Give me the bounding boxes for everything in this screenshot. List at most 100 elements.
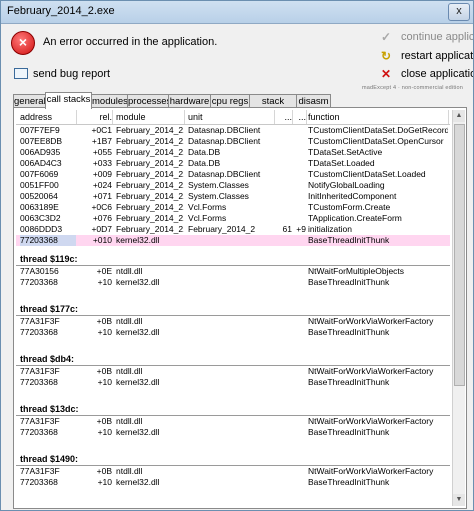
column-header-line[interactable]: ... bbox=[274, 110, 293, 124]
frame-rel-offset: +009 bbox=[92, 169, 112, 179]
stack-frame-row[interactable]: 007F7EF9 +0C1 February_2014_2.exe Datasnap.… bbox=[16, 125, 450, 136]
frame-rel-offset: +071 bbox=[92, 191, 112, 201]
thread-title: thread $119c: bbox=[20, 254, 78, 264]
frame-function: BaseThreadInitThunk bbox=[308, 427, 390, 437]
thread-header: thread $db4: bbox=[16, 354, 450, 365]
frame-function: TCustomClientDataSet.Loaded bbox=[308, 169, 426, 179]
frame-function: TDataSet.SetActive bbox=[308, 147, 383, 157]
frame-rel-offset: +076 bbox=[92, 213, 112, 223]
tab-disasm[interactable]: disasm bbox=[296, 94, 331, 108]
frame-function: TApplication.CreateForm bbox=[308, 213, 402, 223]
column-header-rel[interactable]: rel. bbox=[76, 110, 113, 124]
stack-frame-row[interactable]: 0086DDD3 +0D7 February_2014_2.exe February_… bbox=[16, 224, 450, 235]
frame-function: TCustomClientDataSet.DoGetRecords bbox=[308, 125, 448, 135]
stack-frame-row[interactable]: 00520064 +071 February_2014_2.exe System.Cl… bbox=[16, 191, 450, 202]
frame-function: TDataSet.Loaded bbox=[308, 158, 375, 168]
frame-module: February_2014_2.exe bbox=[116, 158, 184, 168]
frame-function: BaseThreadInitThunk bbox=[308, 377, 390, 387]
frame-rel-offset: +10 bbox=[97, 427, 112, 437]
frame-module: February_2014_2.exe bbox=[116, 202, 184, 212]
tab-general[interactable]: general bbox=[13, 94, 46, 108]
stack-frame-row[interactable]: 77203368 +10 kernel32.dll BaseThreadInitThu… bbox=[16, 327, 450, 338]
frame-address: 0086DDD3 bbox=[20, 224, 63, 234]
column-header-unit[interactable]: unit bbox=[188, 110, 275, 124]
stack-frame-row[interactable]: 006AD935 +055 February_2014_2.exe Data.DB TD… bbox=[16, 147, 450, 158]
frame-function: BaseThreadInitThunk bbox=[308, 235, 390, 245]
tab-stack-dump[interactable]: stack dump bbox=[249, 94, 297, 120]
stack-frame-row[interactable]: 006AD4C3 +033 February_2014_2.exe Data.DB TD… bbox=[16, 158, 450, 169]
frame-function: BaseThreadInitThunk bbox=[308, 327, 390, 337]
frame-module: ntdll.dll bbox=[116, 266, 143, 276]
frame-address: 77A31F3F bbox=[20, 416, 60, 426]
stack-frame-row[interactable]: 77A31F3F +0B ntdll.dll NtWaitForWorkViaWork… bbox=[16, 466, 450, 477]
frame-function: NtWaitForWorkViaWorkerFactory bbox=[308, 416, 434, 426]
frame-module: kernel32.dll bbox=[116, 427, 160, 437]
frame-function: InitInheritedComponent bbox=[308, 191, 397, 201]
column-header-module[interactable]: module bbox=[116, 110, 185, 124]
stack-frame-row[interactable]: 77A31F3F +0B ntdll.dll NtWaitForWorkViaWork… bbox=[16, 416, 450, 427]
stack-frame-row[interactable]: 0063189E +0C6 February_2014_2.exe Vcl.Forms… bbox=[16, 202, 450, 213]
close-x-icon: ✕ bbox=[380, 67, 392, 81]
frame-unit: Data.DB bbox=[188, 158, 221, 168]
window-close-button[interactable]: x bbox=[448, 3, 470, 21]
continue-application-label: continue application bbox=[401, 31, 474, 43]
madexcept-dialog: February_2014_2.exe x × An error occurre… bbox=[0, 0, 474, 511]
close-application-label: close application bbox=[401, 68, 473, 80]
tab-modules[interactable]: modules bbox=[91, 94, 128, 108]
stack-frame-row[interactable]: 77A31F3F +0B ntdll.dll NtWaitForWorkViaWork… bbox=[16, 366, 450, 377]
stack-frame-row[interactable]: 77A30156 +0E ntdll.dll NtWaitForMultipleObj… bbox=[16, 266, 450, 277]
mail-icon[interactable] bbox=[14, 68, 28, 79]
frame-module: ntdll.dll bbox=[116, 416, 143, 426]
frame-line-offset: +9 bbox=[296, 224, 306, 234]
scroll-down-icon[interactable]: ▼ bbox=[453, 494, 465, 506]
frame-address: 0063C3D2 bbox=[20, 213, 61, 223]
frame-unit: Vcl.Forms bbox=[188, 202, 227, 212]
frame-address: 77A31F3F bbox=[20, 316, 60, 326]
send-bug-report-button[interactable]: send bug report bbox=[33, 68, 110, 80]
frame-function: BaseThreadInitThunk bbox=[308, 277, 390, 287]
vertical-scrollbar[interactable]: ▲ ▼ bbox=[452, 110, 465, 506]
frame-unit: System.Classes bbox=[188, 180, 249, 190]
tab-hardware[interactable]: hardware bbox=[168, 94, 211, 108]
stack-frame-row[interactable]: 77203368 +10 kernel32.dll BaseThreadInitThu… bbox=[16, 277, 450, 288]
call-stack-grid[interactable]: address rel. module unit ... ... functio… bbox=[16, 110, 450, 506]
thread-title: thread $13dc: bbox=[20, 404, 79, 414]
grid-header: address rel. module unit ... ... functio… bbox=[16, 110, 450, 125]
frame-module: ntdll.dll bbox=[116, 366, 143, 376]
scroll-thumb[interactable] bbox=[454, 124, 465, 386]
frame-rel-offset: +10 bbox=[97, 477, 112, 487]
frame-rel-offset: +0E bbox=[96, 266, 112, 276]
scroll-up-icon[interactable]: ▲ bbox=[453, 110, 465, 122]
stack-frame-row[interactable]: 77A31F3F +0B ntdll.dll NtWaitForWorkViaWork… bbox=[16, 316, 450, 327]
restart-icon: ↻ bbox=[380, 49, 392, 63]
edition-label: madExcept 4 · non-commercial edition bbox=[361, 85, 463, 91]
frame-module: kernel32.dll bbox=[116, 235, 160, 245]
frame-address: 007F6069 bbox=[20, 169, 59, 179]
column-header-function[interactable]: function bbox=[308, 110, 449, 124]
frame-function: NotifyGlobalLoading bbox=[308, 180, 385, 190]
tab-processes[interactable]: processes bbox=[127, 94, 171, 108]
frame-module: kernel32.dll bbox=[116, 277, 160, 287]
stack-frame-row[interactable]: 77203368 +10 kernel32.dll BaseThreadInitThu… bbox=[16, 427, 450, 438]
tab-call-stacks[interactable]: call stacks bbox=[45, 92, 92, 109]
stack-frame-row[interactable]: 77203368 +010 kernel32.dll BaseThreadInitTh… bbox=[16, 235, 450, 246]
stack-frame-row[interactable]: 0063C3D2 +076 February_2014_2.exe Vcl.Forms… bbox=[16, 213, 450, 224]
frame-rel-offset: +1B7 bbox=[91, 136, 112, 146]
stack-frame-row[interactable]: 0051FF00 +024 February_2014_2.exe System.Cl… bbox=[16, 180, 450, 191]
stack-frame-row[interactable]: 77203368 +10 kernel32.dll BaseThreadInitThu… bbox=[16, 377, 450, 388]
checkmark-icon: ✓ bbox=[380, 30, 392, 44]
thread-title: thread $db4: bbox=[20, 354, 75, 364]
frame-module: February_2014_2.exe bbox=[116, 213, 184, 223]
frame-function: NtWaitForWorkViaWorkerFactory bbox=[308, 466, 434, 476]
frame-module: February_2014_2.exe bbox=[116, 224, 184, 234]
stack-frame-row[interactable]: 007EE8DB +1B7 February_2014_2.exe Datasnap.… bbox=[16, 136, 450, 147]
stack-frame-row[interactable]: 007F6069 +009 February_2014_2.exe Datasnap.… bbox=[16, 169, 450, 180]
frame-address: 77A30156 bbox=[20, 266, 59, 276]
stack-frame-row[interactable]: 77203368 +10 kernel32.dll BaseThreadInitThu… bbox=[16, 477, 450, 488]
restart-application-label: restart application bbox=[401, 50, 474, 62]
column-header-address[interactable]: address bbox=[20, 110, 77, 124]
tab-cpu-regs[interactable]: cpu regs bbox=[210, 94, 250, 108]
column-header-offset[interactable]: ... bbox=[292, 110, 307, 124]
frame-unit: Vcl.Forms bbox=[188, 213, 227, 223]
frame-rel-offset: +0D7 bbox=[91, 224, 112, 234]
